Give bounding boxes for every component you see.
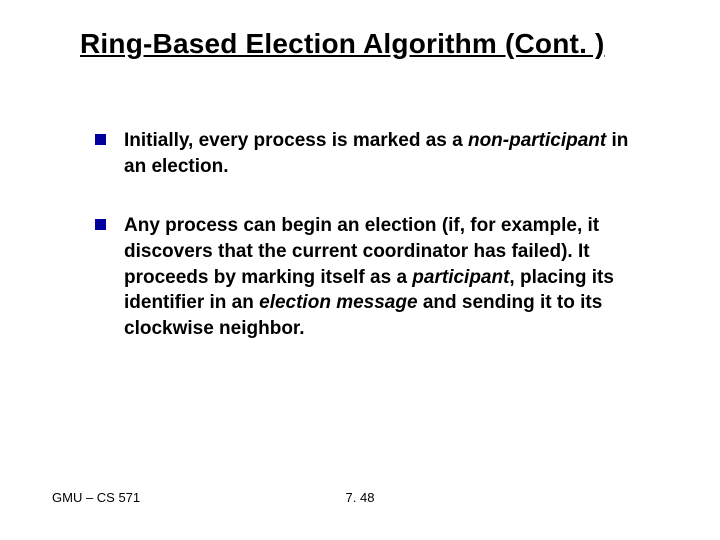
slide-body: Initially, every process is marked as a … (95, 128, 650, 375)
slide: Ring-Based Election Algorithm (Cont. ) I… (0, 0, 720, 540)
bullet-icon (95, 134, 106, 145)
bullet-text: Any process can begin an election (if, f… (124, 213, 650, 341)
bullet-item: Initially, every process is marked as a … (95, 128, 650, 179)
text-emphasis: participant (412, 267, 509, 288)
text-run: Initially, every process is marked as a (124, 130, 468, 151)
slide-title: Ring-Based Election Algorithm (Cont. ) (80, 28, 680, 60)
bullet-icon (95, 219, 106, 230)
footer-page-number: 7. 48 (0, 490, 720, 505)
text-emphasis: non-participant (468, 130, 606, 151)
bullet-text: Initially, every process is marked as a … (124, 128, 650, 179)
text-emphasis: election message (259, 292, 417, 313)
bullet-item: Any process can begin an election (if, f… (95, 213, 650, 341)
